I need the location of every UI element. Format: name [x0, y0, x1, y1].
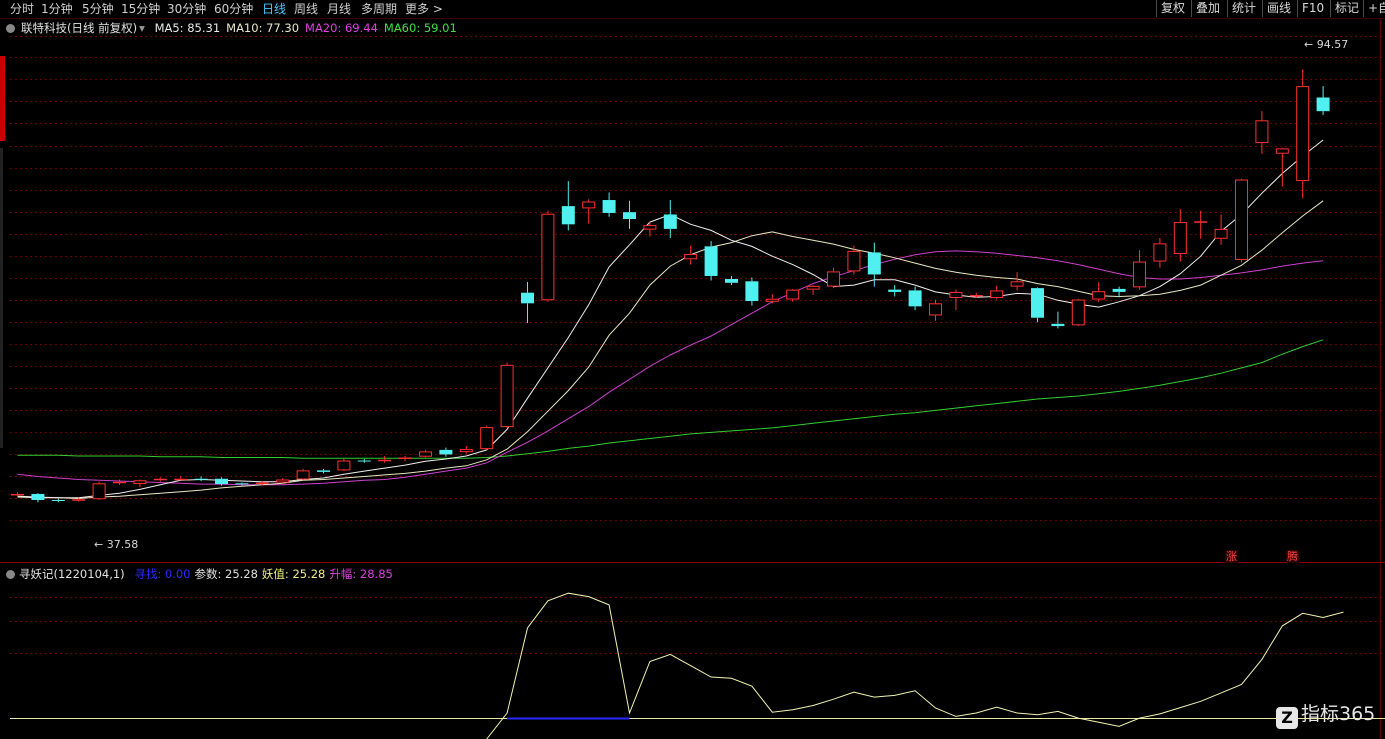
ma20-line: [17, 250, 1324, 486]
candle-body-47: [969, 294, 983, 297]
candle-body-56: [1153, 243, 1167, 262]
candle-body-30: [623, 212, 636, 220]
candle-body-51: [1051, 323, 1065, 327]
candle-body-48: [990, 290, 1004, 298]
candle-body-13: [276, 479, 290, 483]
candle-body-43: [888, 289, 902, 292]
candle-body-57: [1173, 222, 1187, 254]
candle-body-60: [1235, 179, 1248, 261]
candle-body-52: [1071, 299, 1085, 326]
candle-body-27: [561, 206, 575, 225]
candle-body-50: [1031, 288, 1044, 318]
candle-body-2: [51, 500, 65, 502]
candle-body-17: [357, 460, 371, 462]
candle-body-14: [296, 470, 310, 480]
candle-body-16: [337, 460, 351, 471]
candle-body-63: [1296, 86, 1310, 182]
candle-body-33: [684, 253, 698, 260]
candle-body-26: [541, 213, 555, 301]
candle-body-34: [704, 246, 718, 276]
candle-body-15: [317, 470, 330, 472]
candle-body-11: [235, 483, 249, 485]
limit-up-tag: 涨: [1225, 550, 1238, 563]
candle-body-12: [255, 482, 269, 485]
candle-body-18: [378, 459, 392, 462]
candle-body-31: [643, 225, 657, 230]
candle-body-35: [725, 279, 738, 283]
candle-body-36: [745, 281, 759, 302]
watermark: Z 指标365: [1276, 700, 1376, 729]
candle-body-22: [459, 449, 473, 453]
candle-body-7: [153, 478, 167, 481]
candle-body-40: [827, 271, 840, 287]
candle-body-1: [31, 493, 45, 501]
candle-body-42: [867, 252, 881, 275]
candle-body-46: [949, 291, 963, 299]
candle-body-23: [480, 427, 494, 450]
candle-body-53: [1092, 291, 1106, 300]
candle-body-8: [174, 478, 188, 481]
brand-logo-icon: Z: [1276, 707, 1298, 729]
watermark-text: 指标365: [1301, 703, 1376, 725]
candle-body-21: [439, 449, 453, 455]
price-low-label: ← 37.58: [94, 538, 138, 551]
candle-body-19: [398, 457, 412, 459]
candle-body-10: [215, 478, 228, 485]
candle-body-55: [1133, 261, 1146, 288]
candle-body-0: [11, 493, 24, 496]
candle-body-4: [92, 483, 106, 500]
candle-body-62: [1275, 148, 1289, 154]
candle-body-3: [72, 499, 86, 501]
candle-body-45: [929, 303, 942, 316]
candle-body-41: [847, 250, 861, 272]
candle-body-54: [1112, 288, 1126, 292]
candle-body-9: [194, 478, 208, 480]
surge-tag: 腾: [1286, 550, 1299, 563]
candle-body-28: [582, 201, 596, 209]
candle-body-25: [521, 292, 534, 304]
candle-body-49: [1010, 281, 1024, 287]
candle-body-32: [663, 214, 677, 229]
candle-body-20: [419, 451, 432, 457]
indicator-line: [486, 592, 1344, 739]
candle-body-37: [765, 298, 779, 302]
candle-body-6: [133, 480, 147, 485]
candle-body-39: [806, 285, 820, 290]
ma5-line: [17, 139, 1324, 499]
candle-body-61: [1255, 120, 1269, 144]
kline-chart[interactable]: ← 94.57 ← 37.58: [0, 0, 1385, 739]
price-high-label: ← 94.57: [1304, 38, 1348, 51]
candle-body-29: [602, 200, 616, 213]
candle-body-58: [1194, 221, 1208, 223]
candle-body-44: [908, 290, 922, 307]
candle-body-59: [1214, 228, 1228, 239]
ma60-line: [17, 339, 1324, 459]
candle-body-5: [113, 481, 126, 484]
candle-body-38: [786, 289, 800, 300]
ma10-line: [17, 200, 1324, 500]
candle-body-64: [1316, 97, 1330, 112]
candle-body-24: [500, 364, 514, 428]
